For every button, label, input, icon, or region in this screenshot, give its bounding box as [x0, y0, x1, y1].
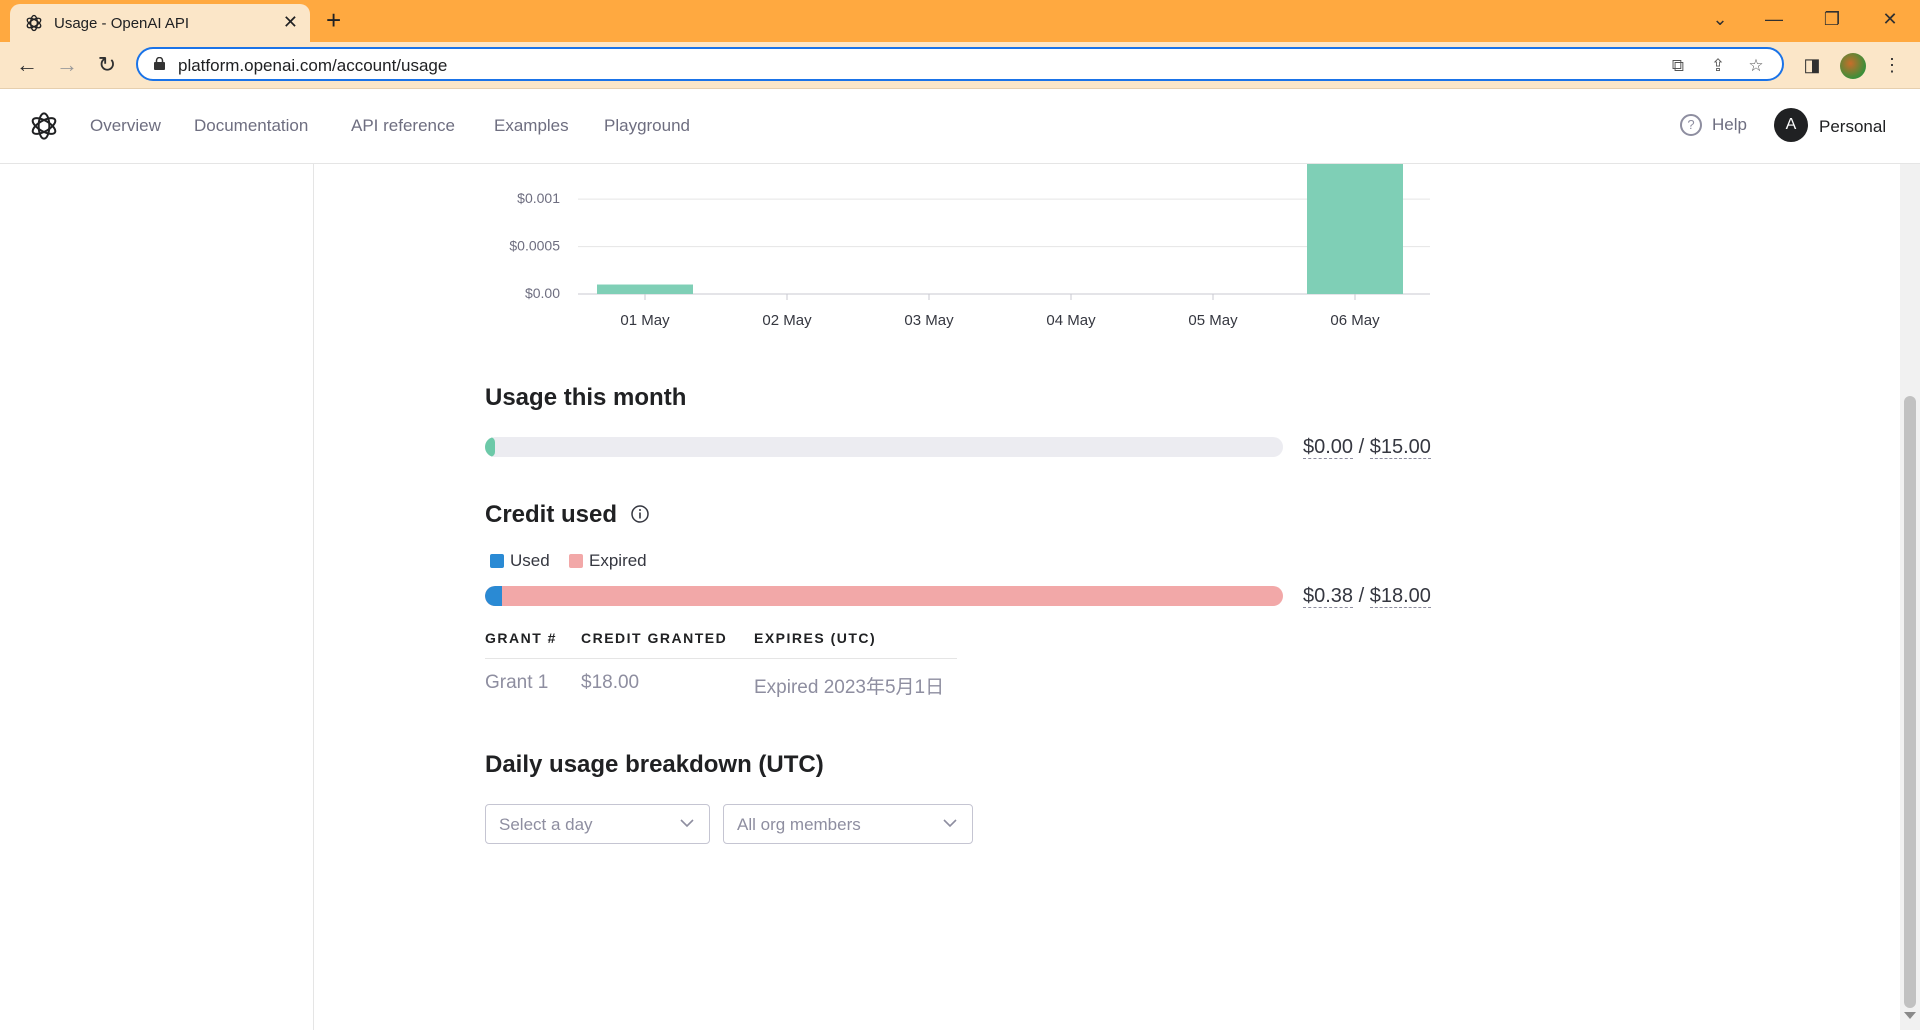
help-label: Help — [1712, 115, 1747, 134]
address-bar[interactable]: platform.openai.com/account/usage ⧉ ⇪ ☆ — [136, 47, 1784, 81]
browser-tab[interactable]: Usage - OpenAI API ✕ — [10, 4, 310, 42]
usage-progress-bar — [485, 437, 1283, 457]
daily-breakdown-title: Daily usage breakdown (UTC) — [485, 751, 824, 778]
org-members-value: All org members — [737, 815, 861, 834]
minimize-icon[interactable]: — — [1754, 6, 1794, 32]
table-cell-grant: Grant 1 — [485, 672, 549, 693]
usage-amount: $0.00 / $15.00 — [1303, 436, 1431, 459]
usage-progress-fill — [485, 437, 495, 457]
x-tick-label: 06 May — [1330, 312, 1380, 329]
share-icon[interactable]: ⇪ — [1708, 56, 1728, 76]
x-tick-label: 03 May — [904, 312, 954, 329]
help-icon: ? — [1680, 114, 1702, 136]
lock-icon — [154, 57, 165, 70]
nav-examples[interactable]: Examples — [494, 116, 569, 136]
x-tick-label: 02 May — [762, 312, 812, 329]
browser-tab-strip: Usage - OpenAI API ✕ + ⌄ — ❐ ✕ — [0, 0, 1920, 42]
table-header-expires: EXPIRES (UTC) — [754, 630, 877, 646]
restore-icon[interactable]: ❐ — [1812, 6, 1852, 32]
org-members-dropdown[interactable]: All org members — [723, 804, 973, 844]
browser-toolbar: ← → ↻ platform.openai.com/account/usage … — [0, 42, 1920, 89]
legend-swatch-used — [490, 554, 504, 568]
chart-bar — [597, 284, 693, 294]
table-cell-credit-granted: $18.00 — [581, 672, 640, 693]
openai-logo-icon — [26, 14, 42, 32]
credit-total-value: $18.00 — [1369, 585, 1431, 608]
credit-used-title: Credit used — [485, 501, 618, 528]
info-icon[interactable] — [630, 504, 650, 524]
credit-used-value: $0.38 — [1303, 585, 1354, 608]
close-window-icon[interactable]: ✕ — [1870, 6, 1910, 32]
credit-used-fill — [485, 586, 502, 606]
credit-separator: / — [1358, 585, 1365, 607]
nav-documentation[interactable]: Documentation — [194, 116, 308, 136]
legend-label-expired: Expired — [589, 551, 647, 570]
tab-title: Usage - OpenAI API — [54, 15, 190, 32]
table-divider — [485, 658, 957, 659]
scrollbar[interactable] — [1900, 164, 1920, 1030]
openai-logo-icon[interactable] — [28, 110, 60, 142]
usage-month-title: Usage this month — [485, 384, 687, 411]
legend-swatch-expired — [569, 554, 583, 568]
select-day-value: Select a day — [499, 815, 593, 834]
back-icon[interactable]: ← — [14, 52, 40, 78]
new-tab-icon[interactable]: + — [326, 6, 341, 34]
select-day-dropdown[interactable]: Select a day — [485, 804, 710, 844]
bookmark-star-icon[interactable]: ☆ — [1746, 56, 1766, 76]
x-tick-label: 01 May — [620, 312, 670, 329]
table-header-grant: GRANT # — [485, 630, 557, 646]
y-tick-label: $0.00 — [525, 285, 560, 301]
y-tick-label: $0.001 — [517, 190, 560, 206]
usage-separator: / — [1358, 436, 1365, 458]
credit-progress-bar — [485, 586, 1283, 606]
chevron-down-icon — [943, 819, 957, 828]
browser-profile-avatar[interactable] — [1840, 53, 1866, 79]
forward-icon[interactable]: → — [54, 52, 80, 78]
app-header: Overview Documentation API reference Exa… — [0, 89, 1920, 164]
nav-playground[interactable]: Playground — [604, 116, 690, 136]
nav-api-reference[interactable]: API reference — [351, 116, 455, 136]
tab-search-icon[interactable]: ⌄ — [1700, 6, 1740, 32]
url-text: platform.openai.com/account/usage — [178, 56, 448, 75]
y-tick-label: $0.0005 — [509, 238, 560, 254]
nav-overview[interactable]: Overview — [90, 116, 161, 136]
scrollbar-thumb[interactable] — [1904, 396, 1916, 1008]
browser-menu-icon[interactable]: ⋮ — [1880, 53, 1904, 77]
account-label[interactable]: Personal — [1819, 117, 1886, 137]
credit-amount: $0.38 / $18.00 — [1303, 585, 1431, 608]
daily-cost-chart: $0.00 $0.0005 $0.001 01 May 02 May 03 May 04 M… — [509, 164, 1430, 329]
chevron-down-icon — [680, 819, 694, 828]
side-panel-icon[interactable]: ◨ — [1800, 53, 1824, 77]
chart-bar — [1307, 164, 1403, 294]
usage-used-value: $0.00 — [1303, 436, 1354, 459]
reload-icon[interactable]: ↻ — [94, 52, 120, 78]
legend-label-used: Used — [510, 551, 550, 570]
x-tick-label: 04 May — [1046, 312, 1096, 329]
usage-limit-value: $15.00 — [1369, 436, 1431, 459]
x-tick-label: 05 May — [1188, 312, 1238, 329]
table-header-credit-granted: CREDIT GRANTED — [581, 630, 728, 646]
avatar[interactable]: A — [1774, 108, 1808, 142]
translate-icon[interactable]: ⧉ — [1668, 56, 1688, 76]
close-tab-icon[interactable]: ✕ — [283, 12, 298, 33]
scroll-down-arrow-icon[interactable] — [1904, 1012, 1916, 1019]
table-cell-expires: Expired 2023年5月1日 — [754, 677, 945, 698]
sidebar-divider — [313, 164, 314, 1030]
